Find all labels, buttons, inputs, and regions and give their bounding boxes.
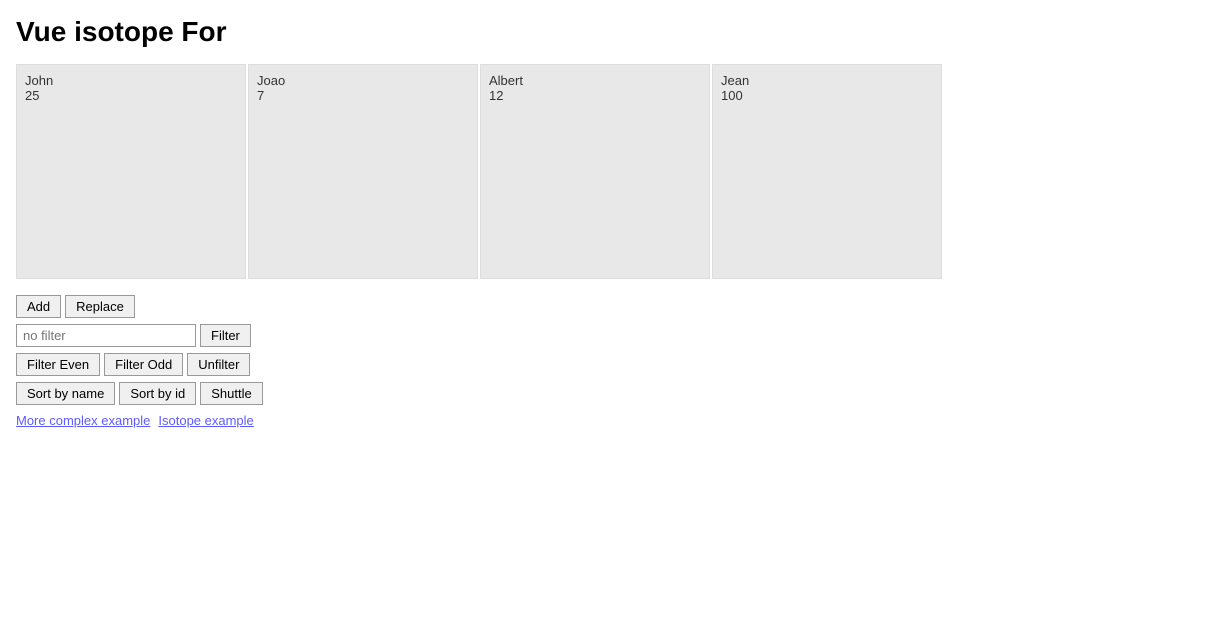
filter-input-row: Filter: [16, 324, 251, 347]
sort-buttons-row: Sort by name Sort by id Shuttle: [16, 382, 263, 405]
filter-odd-button[interactable]: Filter Odd: [104, 353, 183, 376]
card-id: 7: [257, 88, 469, 103]
card-id: 12: [489, 88, 701, 103]
add-button[interactable]: Add: [16, 295, 61, 318]
card-item: Jean100: [712, 64, 942, 279]
shuttle-button[interactable]: Shuttle: [200, 382, 262, 405]
card-id: 25: [25, 88, 237, 103]
card-item: Albert12: [480, 64, 710, 279]
filter-buttons-row: Filter Even Filter Odd Unfilter: [16, 353, 250, 376]
sort-by-id-button[interactable]: Sort by id: [119, 382, 196, 405]
add-replace-row: Add Replace: [16, 295, 135, 318]
card-name: Albert: [489, 73, 701, 88]
page-title: Vue isotope For: [16, 16, 1197, 48]
unfilter-button[interactable]: Unfilter: [187, 353, 250, 376]
isotope-example-link[interactable]: Isotope example: [158, 413, 253, 428]
card-item: John25: [16, 64, 246, 279]
sort-by-name-button[interactable]: Sort by name: [16, 382, 115, 405]
card-name: John: [25, 73, 237, 88]
replace-button[interactable]: Replace: [65, 295, 135, 318]
filter-button[interactable]: Filter: [200, 324, 251, 347]
card-id: 100: [721, 88, 933, 103]
cards-container: John25Joao7Albert12Jean100: [16, 64, 1197, 279]
filter-input[interactable]: [16, 324, 196, 347]
card-name: Jean: [721, 73, 933, 88]
controls: Add Replace Filter Filter Even Filter Od…: [16, 295, 1197, 428]
filter-even-button[interactable]: Filter Even: [16, 353, 100, 376]
card-item: Joao7: [248, 64, 478, 279]
more-complex-example-link[interactable]: More complex example: [16, 413, 150, 428]
card-name: Joao: [257, 73, 469, 88]
links-row: More complex example Isotope example: [16, 413, 254, 428]
